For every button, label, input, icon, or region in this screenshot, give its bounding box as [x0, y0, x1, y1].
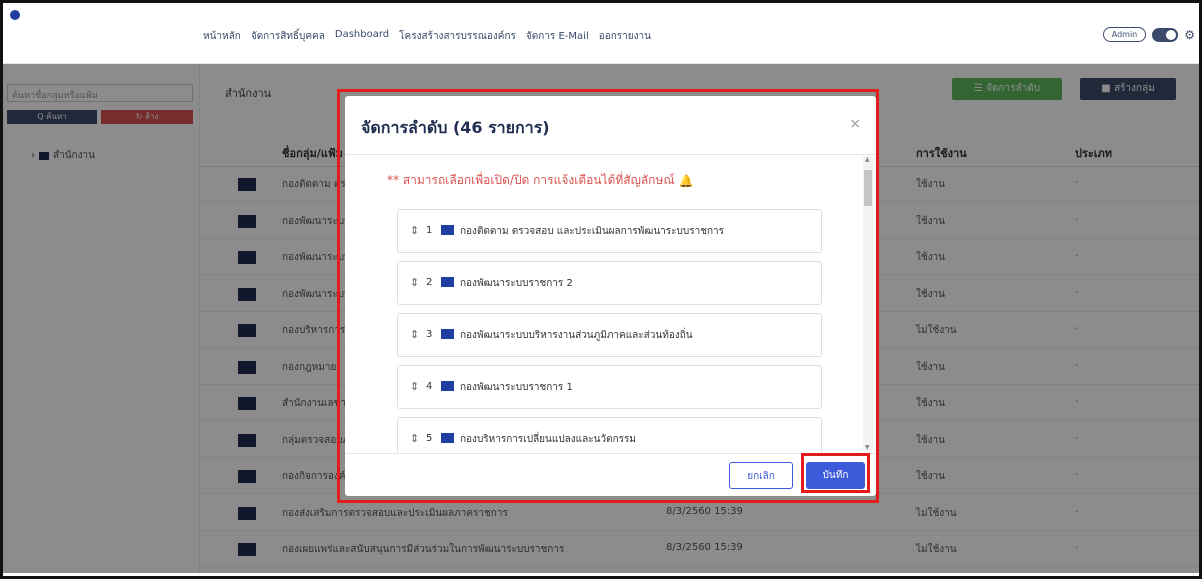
notice-text: ** สามารถเลือกเพื่อเปิด/ปิด การแจ้งเตือน…: [387, 171, 693, 190]
item-number: 2: [426, 277, 433, 288]
logo-icon: [10, 10, 20, 20]
gear-icon[interactable]: ⚙: [1184, 28, 1195, 42]
item-label: กองติดตาม ตรวจสอบ และประเมินผลการพัฒนาระ…: [460, 226, 725, 237]
order-list-item[interactable]: ⇕ 1 กองติดตาม ตรวจสอบ และประเมินผลการพัฒนา…: [397, 209, 822, 253]
drag-handle-icon[interactable]: ⇕: [410, 432, 419, 445]
folder-icon: [441, 277, 454, 287]
nav-item-permissions[interactable]: จัดการสิทธิ์บุคคล: [251, 29, 325, 44]
nav-item-dashboard[interactable]: Dashboard: [335, 29, 389, 44]
scroll-down-icon[interactable]: ▼: [865, 444, 870, 451]
dialog-footer: ยกเลิก บันทึก: [345, 453, 876, 496]
order-list-item[interactable]: ⇕ 2 กองพัฒนาระบบราชการ 2: [397, 261, 822, 305]
item-number: 4: [426, 381, 433, 392]
item-label: กองพัฒนาระบบบริหารงานส่วนภูมิภาคและส่วนท…: [460, 330, 693, 341]
item-number: 3: [426, 329, 433, 340]
nav-item-reports[interactable]: ออกรายงาน: [599, 29, 651, 44]
folder-icon: [441, 433, 454, 443]
nav-item-email[interactable]: จัดการ E-Mail: [526, 29, 589, 44]
folder-icon: [441, 329, 454, 339]
item-number: 1: [426, 225, 433, 236]
order-list-item[interactable]: ⇕ 3 กองพัฒนาระบบบริหารงานส่วนภูมิภาคและส่ว…: [397, 313, 822, 357]
admin-badge[interactable]: Admin: [1102, 27, 1147, 42]
item-label: กองพัฒนาระบบราชการ 2: [460, 278, 573, 289]
item-number: 5: [426, 433, 433, 444]
item-label: กองบริหารการเปลี่ยนแปลงและนวัตกรรม: [460, 434, 636, 445]
scrollbar[interactable]: ▲ ▼: [863, 156, 873, 451]
order-list-item[interactable]: ⇕ 5 กองบริหารการเปลี่ยนแปลงและนวัตกรรม: [397, 417, 822, 453]
folder-icon: [441, 225, 454, 235]
save-highlight: [801, 453, 870, 493]
cancel-button[interactable]: ยกเลิก: [729, 462, 793, 489]
top-navbar: หน้าหลัก จัดการสิทธิ์บุคคล Dashboard โคร…: [3, 3, 1199, 64]
dialog-title: จัดการลำดับ (46 รายการ): [361, 118, 550, 137]
dialog-header: จัดการลำดับ (46 รายการ) ×: [345, 96, 876, 155]
scrollbar-thumb[interactable]: [864, 170, 872, 206]
nav-item-home[interactable]: หน้าหลัก: [203, 29, 241, 44]
order-dialog: จัดการลำดับ (46 รายการ) × ** สามารถเลือก…: [345, 96, 876, 496]
scroll-up-icon[interactable]: ▲: [865, 156, 870, 163]
drag-handle-icon[interactable]: ⇕: [410, 224, 419, 237]
notice-label: ** สามารถเลือกเพื่อเปิด/ปิด การแจ้งเตือน…: [387, 173, 675, 187]
drag-handle-icon[interactable]: ⇕: [410, 380, 419, 393]
drag-handle-icon[interactable]: ⇕: [410, 328, 419, 341]
dialog-body: ** สามารถเลือกเพื่อเปิด/ปิด การแจ้งเตือน…: [345, 155, 876, 453]
nav-item-org-structure[interactable]: โครงสร้างสารบรรณองค์กร: [399, 29, 516, 44]
item-label: กองพัฒนาระบบราชการ 1: [460, 382, 573, 393]
folder-icon: [441, 381, 454, 391]
close-icon[interactable]: ×: [849, 116, 861, 132]
drag-handle-icon[interactable]: ⇕: [410, 276, 419, 289]
order-list-item[interactable]: ⇕ 4 กองพัฒนาระบบราชการ 1: [397, 365, 822, 409]
mode-toggle[interactable]: [1152, 27, 1179, 42]
user-controls: Admin ⚙: [1102, 27, 1195, 42]
main-nav: หน้าหลัก จัดการสิทธิ์บุคคล Dashboard โคร…: [203, 29, 651, 44]
bell-icon: 🔔: [678, 173, 694, 188]
